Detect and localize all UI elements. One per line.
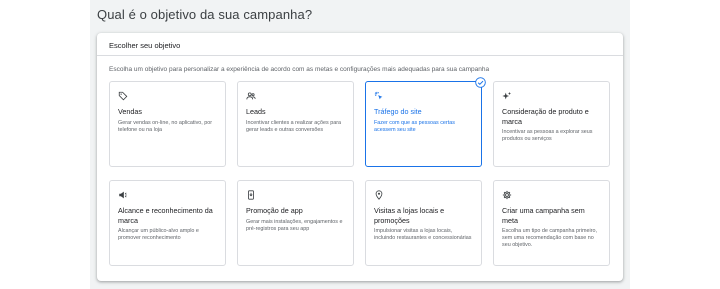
- panel-description: Escolha um objetivo para personalizar a …: [109, 66, 490, 73]
- phone-icon: [248, 190, 254, 200]
- megaphone-icon: [119, 191, 127, 199]
- cursor-click-icon: [374, 91, 383, 100]
- card-title: Tráfego do site: [374, 107, 422, 116]
- card-description: Incentivar as pessoas a explorar seus pr…: [502, 129, 593, 142]
- gear-icon: [502, 190, 512, 200]
- card-title: Leads: [246, 107, 266, 116]
- location-pin-icon: [375, 190, 383, 200]
- card-title: Consideração de produto e marca: [502, 107, 589, 126]
- objective-card-alcance[interactable]: Alcance e reconhecimento da marca Alcanç…: [109, 180, 226, 266]
- objective-card-leads[interactable]: Leads Incentivar clientes a realizar açõ…: [237, 81, 354, 167]
- card-description: Incentivar clientes a realizar ações par…: [246, 119, 341, 133]
- people-icon: [246, 92, 256, 100]
- objective-panel: Escolher seu objetivo Escolha um objetiv…: [97, 33, 623, 281]
- sparkle-icon: [502, 91, 512, 100]
- card-description: Gerar mais instalações, engajamentos e p…: [246, 218, 343, 232]
- card-description: Gerar vendas on-line, no aplicativo, por…: [118, 119, 213, 133]
- card-title: Criar uma campanha sem meta: [502, 206, 585, 225]
- selected-check-icon: [475, 77, 486, 88]
- objective-card-promocao-app[interactable]: Promoção de app Gerar mais instalações, …: [237, 180, 354, 266]
- card-description: Impulsionar visitas a lojas locais, incl…: [374, 228, 472, 241]
- card-title: Visitas a lojas locais e promoções: [374, 206, 445, 225]
- panel-header: Escolher seu objetivo: [97, 33, 623, 56]
- objective-card-sem-meta[interactable]: Criar uma campanha sem meta Escolha um t…: [493, 180, 610, 266]
- card-title: Alcance e reconhecimento da marca: [118, 206, 213, 225]
- card-description: Alcançar um público-alvo amplo e promove…: [118, 228, 199, 241]
- card-title: Promoção de app: [246, 206, 303, 215]
- tag-icon: [118, 91, 128, 101]
- objective-card-visitas-lojas[interactable]: Visitas a lojas locais e promoções Impul…: [365, 180, 482, 266]
- objective-card-trafego[interactable]: Tráfego do site Fazer com que as pessoas…: [365, 77, 486, 167]
- objective-card-consideracao[interactable]: Consideração de produto e marca Incentiv…: [493, 81, 610, 167]
- page-title: Qual é o objetivo da sua campanha?: [97, 7, 313, 22]
- card-title: Vendas: [118, 107, 142, 116]
- card-description: Escolha um tipo de campanha primeiro, se…: [502, 228, 597, 248]
- card-description: Fazer com que as pessoas certas acessem …: [374, 119, 455, 133]
- objective-card-vendas[interactable]: Vendas Gerar vendas on-line, no aplicati…: [109, 81, 226, 167]
